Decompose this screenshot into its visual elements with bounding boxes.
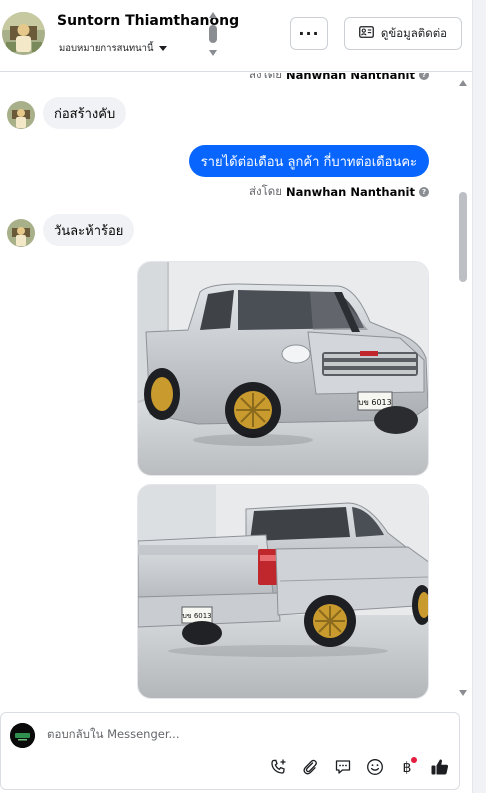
assign-conversation-dropdown[interactable]: มอบหมายการสนทนานี้ (59, 41, 167, 56)
help-icon[interactable]: ? (419, 73, 429, 80)
paperclip-icon[interactable] (299, 756, 321, 778)
scroll-down-icon[interactable] (459, 690, 467, 696)
incoming-message[interactable]: วันละห้าร้อย (43, 214, 135, 246)
notification-dot (411, 757, 417, 763)
scroll-thumb[interactable] (209, 25, 217, 43)
contact-avatar-small[interactable] (7, 219, 35, 247)
chat-bubble-icon[interactable] (332, 756, 354, 778)
thumbs-up-icon[interactable] (429, 756, 451, 778)
window-edge (472, 0, 486, 793)
sent-by-name: Nanwhan Nanthanit (286, 185, 415, 199)
assign-label: มอบหมายการสนทนานี้ (59, 43, 154, 54)
scroll-down-icon[interactable] (209, 50, 217, 56)
help-icon[interactable]: ? (419, 187, 429, 197)
conversation-header: Suntorn Thiamthanong มอบหมายการสนทนานี้ … (0, 0, 472, 72)
baht-icon[interactable]: ฿ (396, 756, 418, 778)
reply-composer: ฿ (0, 712, 460, 790)
photo-attachment[interactable]: บข 6013 (137, 484, 429, 699)
scroll-up-icon[interactable] (459, 80, 467, 86)
emoji-icon[interactable] (364, 756, 386, 778)
sent-by-label: ส่งโดย Nanwhan Nanthanit ? (249, 73, 429, 84)
license-plate-text: บข 6013 (358, 398, 391, 407)
message-thread: ส่งโดย Nanwhan Nanthanit ? ก่อสร้างคับ ร… (0, 73, 458, 701)
photo-attachment[interactable]: บข 6013 (137, 261, 429, 476)
page-avatar (10, 723, 35, 748)
sent-by-prefix: ส่งโดย (248, 73, 283, 81)
thread-scrollbar[interactable] (457, 76, 469, 698)
license-plate-text: บข 6013 (182, 612, 211, 620)
contact-avatar-small[interactable] (7, 101, 35, 129)
outgoing-message[interactable]: รายได้ต่อเดือน ลูกค้า กี่บาทต่อเดือนคะ (188, 145, 429, 177)
header-scrollbar[interactable] (208, 12, 218, 58)
incoming-message[interactable]: ก่อสร้างคับ (43, 97, 127, 129)
sent-by-name: Nanwhan Nanthanit (286, 73, 415, 82)
contact-avatar[interactable] (2, 12, 45, 55)
reply-input[interactable] (47, 727, 427, 741)
more-options-button[interactable]: ··· (290, 17, 328, 50)
scroll-up-icon[interactable] (209, 12, 217, 18)
phone-add-icon[interactable] (268, 756, 290, 778)
svg-text:฿: ฿ (403, 760, 412, 776)
sent-by-label: ส่งโดย Nanwhan Nanthanit ? (249, 183, 429, 201)
scroll-thumb[interactable] (459, 192, 467, 282)
sent-by-prefix: ส่งโดย (248, 184, 283, 198)
view-contact-info-label: ดูข้อมูลติดต่อ (380, 25, 448, 40)
contact-card-icon (359, 26, 374, 41)
view-contact-info-button[interactable]: ดูข้อมูลติดต่อ (344, 17, 462, 50)
caret-down-icon (158, 46, 167, 51)
